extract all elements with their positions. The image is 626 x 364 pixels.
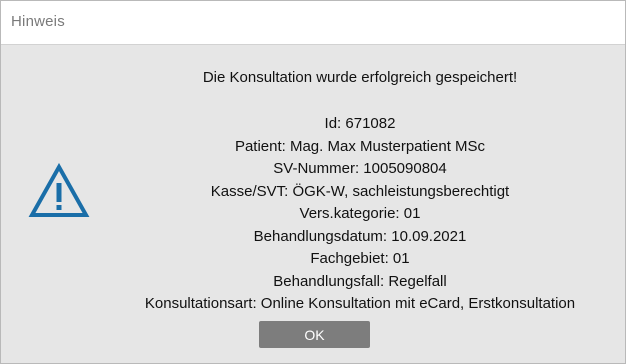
detail-fachgebiet: Fachgebiet: 01 (310, 250, 410, 267)
info-dialog: Hinweis Die Konsultation wurde erfolgrei… (0, 0, 626, 364)
warning-triangle-icon (28, 163, 90, 217)
detail-konsultationsart: Konsultationsart: Online Konsultation mi… (144, 295, 576, 312)
message-details: Id: 671082 Patient: Mag. Max Musterpatie… (97, 113, 623, 316)
detail-vers-kategorie: Vers.kategorie: 01 (299, 205, 421, 222)
detail-sv-nummer: SV-Nummer: 1005090804 (273, 160, 447, 177)
detail-kasse: Kasse/SVT: ÖGK-W, sachleistungsberechtig… (210, 182, 510, 200)
detail-behandlungsdatum: Behandlungsdatum: 10.09.2021 (253, 227, 467, 245)
detail-behandlungsfall: Behandlungsfall: Regelfall (273, 272, 447, 290)
detail-id: Id: 671082 (324, 115, 396, 132)
message-headline: Die Konsultation wurde erfolgreich gespe… (202, 69, 518, 86)
detail-patient: Patient: Mag. Max Musterpatient MSc (234, 137, 486, 155)
ok-button[interactable]: OK (259, 321, 370, 348)
dialog-titlebar[interactable]: Hinweis (1, 1, 625, 45)
dialog-title: Hinweis (11, 13, 65, 30)
